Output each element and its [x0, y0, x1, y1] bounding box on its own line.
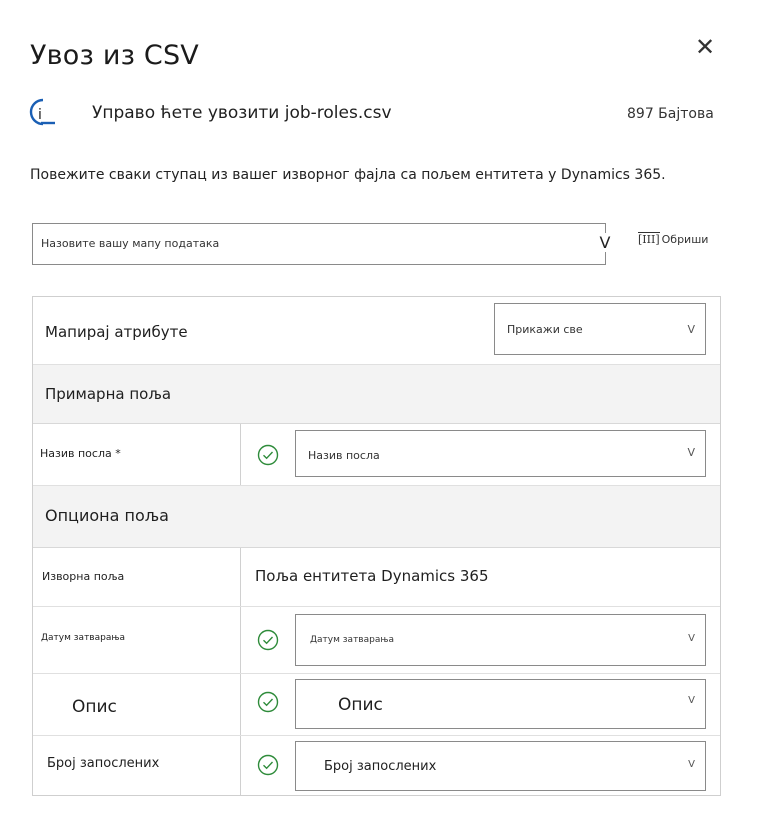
- instruction-text: Повежите сваки ступац из вашег изворног …: [30, 167, 666, 183]
- primary-section-header: Примарна поља: [33, 365, 720, 424]
- chevron-down-icon: V: [687, 446, 695, 459]
- attribute-mapping-panel: Мапирај атрибуте Прикажи све V Примарна …: [32, 296, 721, 796]
- source-field-label: Назив посла *: [40, 447, 121, 460]
- table-row: Број запослених Број запослених V: [33, 736, 720, 795]
- target-column-header: Поља ентитета Dynamics 365: [255, 567, 489, 585]
- mapping-header-row: Мапирај атрибуте Прикажи све V: [33, 297, 720, 365]
- import-info-text: Управо ћете увозити job-roles.csv: [84, 103, 412, 123]
- target-field-value: Број запослених: [324, 759, 437, 774]
- info-icon: i: [29, 98, 55, 126]
- target-field-select[interactable]: Датум затварања V: [295, 614, 706, 666]
- filter-value: Прикажи све: [507, 323, 583, 336]
- target-field-select[interactable]: Назив посла V: [295, 430, 706, 477]
- check-circle-icon: [257, 691, 279, 713]
- map-name-placeholder: Назовите вашу мапу података: [41, 237, 220, 250]
- trash-icon: [III]: [638, 232, 660, 246]
- table-row: Назив посла * Назив посла V: [33, 424, 720, 486]
- mapping-header-label: Мапирај атрибуте: [45, 323, 194, 341]
- check-circle-icon: [257, 444, 279, 466]
- chevron-down-icon: V: [688, 695, 695, 706]
- target-field-value: Опис: [338, 695, 383, 715]
- chevron-down-icon: V: [688, 759, 695, 770]
- map-name-select[interactable]: Назовите вашу мапу података V: [32, 223, 617, 265]
- table-row: Датум затварања Датум затварања V: [33, 607, 720, 674]
- file-size: 897 Бајтова: [627, 106, 714, 122]
- target-field-value: Назив посла: [308, 449, 380, 462]
- source-field-label: Опис: [44, 697, 147, 717]
- filter-select[interactable]: Прикажи све V: [494, 303, 706, 355]
- dialog-title: Увоз из CSV: [30, 40, 264, 71]
- check-circle-icon: [257, 754, 279, 776]
- chevron-down-icon: V: [688, 633, 695, 644]
- target-field-select[interactable]: Опис V: [295, 679, 706, 729]
- source-column-header: Изворна поља: [42, 570, 147, 583]
- chevron-down-icon: V: [593, 233, 617, 252]
- target-field-select[interactable]: Број запослених V: [295, 741, 706, 791]
- table-row: Опис Опис V: [33, 674, 720, 736]
- source-field-label: Број запослених: [45, 756, 172, 771]
- source-field-label: Датум затварања: [41, 633, 125, 643]
- check-circle-icon: [257, 629, 279, 651]
- primary-section-label: Примарна поља: [45, 385, 172, 403]
- target-field-value: Датум затварања: [310, 635, 394, 645]
- close-icon[interactable]: ✕: [692, 34, 718, 60]
- optional-section-header: Опциона поља: [33, 486, 720, 548]
- delete-button[interactable]: [III] Обриши: [638, 232, 708, 246]
- optional-section-label: Опциона поља: [45, 506, 179, 525]
- column-header-row: Изворна поља Поља ентитета Dynamics 365: [33, 548, 720, 607]
- info-icon-letter: i: [38, 107, 42, 123]
- chevron-down-icon: V: [687, 323, 695, 336]
- delete-label: Обриши: [661, 232, 709, 246]
